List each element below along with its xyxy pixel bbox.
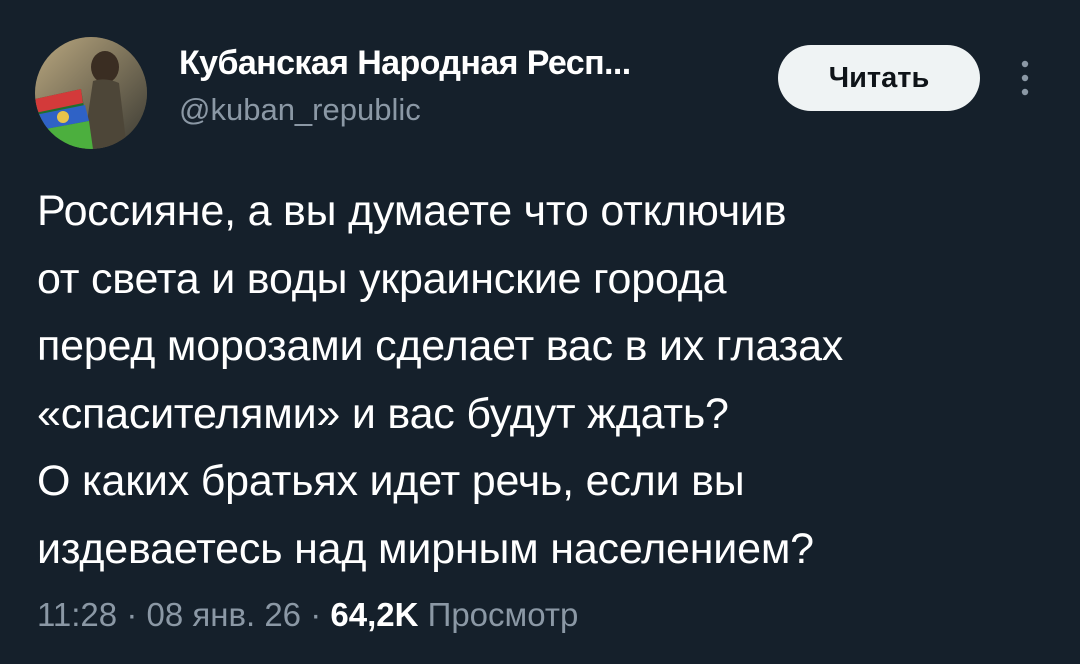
tweet-line: Россияне, а вы думаете что отключив <box>37 187 787 235</box>
follow-button[interactable]: Читать <box>778 45 980 111</box>
more-vertical-icon <box>1021 60 1029 96</box>
avatar[interactable] <box>35 37 147 149</box>
views-count[interactable]: 64,2K <box>330 596 418 633</box>
tweet-text: Россияне, а вы думаете что отключив от с… <box>37 178 1057 583</box>
meta-separator: · <box>126 596 138 633</box>
tweet-meta: 11:28 · 08 янв. 26 · 64,2K Просмотр <box>37 596 578 634</box>
avatar-image <box>35 37 147 149</box>
meta-separator: · <box>310 596 322 633</box>
views-label[interactable]: Просмотр <box>428 596 579 633</box>
more-options-button[interactable] <box>1010 56 1040 100</box>
author-handle[interactable]: @kuban_republic <box>179 92 421 128</box>
tweet-line: перед морозами сделает вас в их глазах <box>37 322 844 370</box>
tweet-line: «спасителями» и вас будут ждать? <box>37 389 729 438</box>
tweet-line: от света и воды украинские города <box>37 254 727 303</box>
tweet-time[interactable]: 11:28 <box>37 596 117 633</box>
author-name[interactable]: Кубанская Народная Респ... <box>179 44 631 83</box>
tweet-line: О каких братьях идет речь, если вы <box>37 457 745 505</box>
tweet-date[interactable]: 08 янв. 26 <box>146 596 301 633</box>
tweet-line: издеваетесь над мирным населением? <box>37 524 814 573</box>
